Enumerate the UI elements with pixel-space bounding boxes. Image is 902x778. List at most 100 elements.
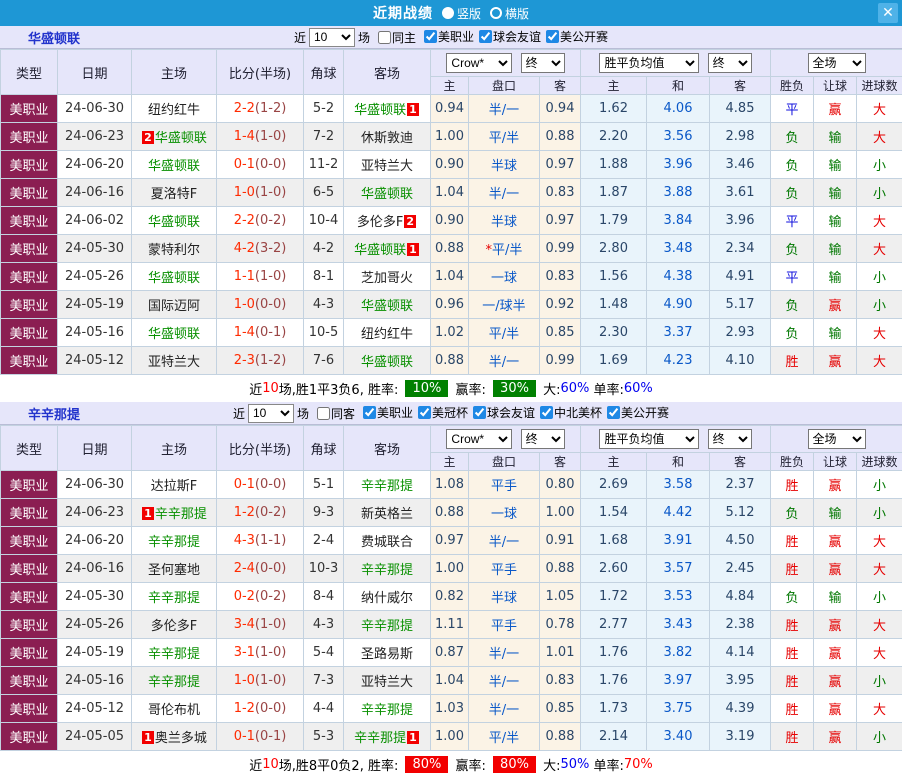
full-match-select[interactable]: 全场 (808, 429, 866, 449)
half-score: (0-2) (255, 505, 286, 520)
home-team-cell: 华盛顿联 (132, 319, 217, 347)
same-venue-checkbox[interactable] (317, 407, 330, 420)
date-cell: 24-05-05 (58, 723, 132, 751)
competition-checkbox[interactable] (418, 406, 431, 419)
horizontal-layout-radio[interactable] (490, 7, 502, 19)
europe-odds-header: 胜平负均值 终 (581, 50, 771, 77)
competition-checkbox[interactable] (473, 406, 486, 419)
recent-count-select[interactable]: 10 (309, 28, 355, 47)
col-europe-home: 主 (581, 453, 647, 471)
europe-away-odds: 2.45 (710, 555, 771, 583)
wdl-result: 胜 (771, 555, 814, 583)
horizontal-layout-label: 横版 (505, 5, 529, 22)
odds-company-select[interactable]: Crow* (446, 53, 512, 73)
competition-filter[interactable]: 中北美杯 (540, 404, 602, 421)
competition-label: 球会友谊 (487, 404, 535, 421)
competition-checkbox[interactable] (546, 30, 559, 43)
competition-filter[interactable]: 美公开赛 (546, 28, 608, 45)
asian-handicap: 半球 (469, 583, 540, 611)
away-team-name: 辛辛那提 (361, 563, 413, 578)
same-venue-filter[interactable]: 同主 (378, 29, 416, 46)
competition-filter[interactable]: 球会友谊 (479, 28, 541, 45)
col-home: 主场 (132, 426, 217, 471)
handicap-result: 输 (814, 319, 857, 347)
full-match-select[interactable]: 全场 (808, 53, 866, 73)
asian-home-odds: 1.03 (431, 695, 469, 723)
competition-filter[interactable]: 美公开赛 (607, 404, 669, 421)
goals-result: 小 (857, 179, 902, 207)
col-europe-away: 客 (710, 77, 771, 95)
competition-checkbox[interactable] (607, 406, 620, 419)
same-venue-checkbox[interactable] (378, 31, 391, 44)
asian-final-select[interactable]: 终 (521, 53, 565, 73)
asian-home-odds: 0.88 (431, 347, 469, 375)
score-cell: 1-1(1-0) (217, 263, 304, 291)
full-score: 0-1 (234, 729, 255, 744)
full-score: 1-0 (234, 185, 255, 200)
col-asian-handicap: 盘口 (469, 453, 540, 471)
europe-draw-odds: 3.88 (647, 179, 710, 207)
competition-checkbox[interactable] (540, 406, 553, 419)
summary-text: 场,胜1平3负6, 胜率: (279, 379, 403, 398)
team-section-cincinnati: 辛辛那提 近 10 场 同客 美职业美冠杯球会友谊中北美杯美公开赛 类型 日期 … (0, 402, 902, 778)
league-cell: 美职业 (1, 207, 58, 235)
wdl-result: 负 (771, 123, 814, 151)
goals-result: 小 (857, 291, 902, 319)
asian-away-odds: 0.99 (540, 235, 581, 263)
corner-cell: 7-6 (304, 347, 344, 375)
asian-handicap: 半球 (469, 207, 540, 235)
col-type: 类型 (1, 50, 58, 95)
home-team-cell: 夏洛特F (132, 179, 217, 207)
league-cell: 美职业 (1, 499, 58, 527)
europe-avg-select[interactable]: 胜平负均值 (599, 53, 699, 73)
europe-avg-select[interactable]: 胜平负均值 (599, 429, 699, 449)
league-cell: 美职业 (1, 179, 58, 207)
col-goals: 进球数 (857, 453, 902, 471)
titlebar: 近期战绩 竖版 横版 ✕ (0, 0, 902, 26)
half-score: (0-1) (255, 325, 286, 340)
same-venue-filter[interactable]: 同客 (317, 405, 355, 422)
home-team-cell: 辛辛那提 (132, 667, 217, 695)
vertical-layout-radio[interactable] (442, 7, 454, 19)
competition-filter[interactable]: 球会友谊 (473, 404, 535, 421)
competition-filter[interactable]: 美职业 (424, 28, 474, 45)
half-score: (1-0) (255, 185, 286, 200)
europe-away-odds: 2.93 (710, 319, 771, 347)
europe-final-select[interactable]: 终 (708, 53, 752, 73)
col-goals: 进球数 (857, 77, 902, 95)
asian-handicap: 半/一 (469, 95, 540, 123)
competition-checkbox[interactable] (479, 30, 492, 43)
home-team-cell: 2华盛顿联 (132, 123, 217, 151)
corner-cell: 5-2 (304, 95, 344, 123)
col-home: 主场 (132, 50, 217, 95)
europe-final-select[interactable]: 终 (708, 429, 752, 449)
date-cell: 24-06-23 (58, 123, 132, 151)
rate-badge: 10% (405, 380, 448, 397)
handicap-result: 输 (814, 123, 857, 151)
corner-cell: 10-5 (304, 319, 344, 347)
date-cell: 24-06-02 (58, 207, 132, 235)
summary-text: 10 (262, 381, 279, 396)
corner-cell: 2-4 (304, 527, 344, 555)
asian-home-odds: 1.08 (431, 471, 469, 499)
asian-away-odds: 0.88 (540, 123, 581, 151)
half-score: (0-0) (255, 477, 286, 492)
goals-result: 大 (857, 235, 902, 263)
home-team-name: 夏洛特F (151, 187, 197, 202)
close-icon[interactable]: ✕ (878, 3, 898, 23)
date-cell: 24-06-30 (58, 471, 132, 499)
competition-filter[interactable]: 美冠杯 (418, 404, 468, 421)
recent-count-select[interactable]: 10 (248, 404, 294, 423)
competition-checkbox[interactable] (424, 30, 437, 43)
away-team-cell: 华盛顿联 (344, 179, 431, 207)
asian-home-odds: 0.90 (431, 207, 469, 235)
asian-final-select[interactable]: 终 (521, 429, 565, 449)
competition-filter[interactable]: 美职业 (363, 404, 413, 421)
summary-text: 60% (560, 381, 589, 396)
competition-checkbox[interactable] (363, 406, 376, 419)
goals-result: 小 (857, 499, 902, 527)
home-team-name: 辛辛那提 (148, 535, 200, 550)
goals-result: 大 (857, 319, 902, 347)
odds-company-select[interactable]: Crow* (446, 429, 512, 449)
asian-home-odds: 1.04 (431, 179, 469, 207)
